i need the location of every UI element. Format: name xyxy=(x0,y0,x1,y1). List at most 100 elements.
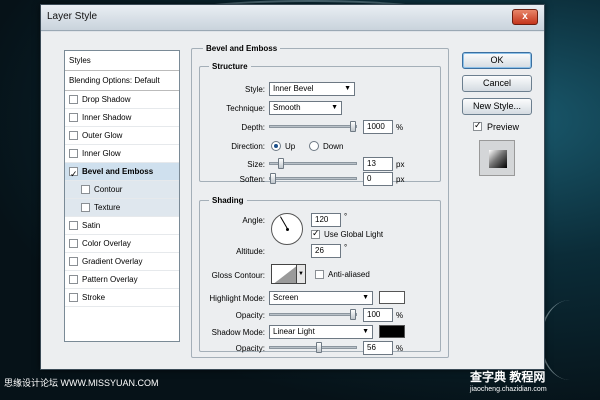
highlight-mode-label: Highlight Mode: xyxy=(209,294,265,303)
inner-shadow-checkbox[interactable] xyxy=(69,113,78,122)
chevron-down-icon[interactable]: ▼ xyxy=(297,264,306,284)
size-label: Size: xyxy=(247,160,265,169)
style-item-label: Inner Shadow xyxy=(82,112,132,122)
direction-label: Direction: xyxy=(231,142,265,151)
anti-aliased-checkbox[interactable] xyxy=(315,270,324,279)
chevron-down-icon: ▼ xyxy=(362,294,369,301)
texture-checkbox[interactable] xyxy=(81,203,90,212)
style-item-label: Bevel and Emboss xyxy=(82,166,154,176)
size-slider[interactable] xyxy=(269,158,357,169)
style-item-gradient-overlay[interactable]: Gradient Overlay xyxy=(65,253,179,271)
size-field[interactable]: 13 xyxy=(363,157,393,171)
style-item-bevel-and-emboss[interactable]: Bevel and Emboss xyxy=(65,163,179,183)
angle-wheel-icon[interactable] xyxy=(271,213,303,245)
style-item-label: Color Overlay xyxy=(82,238,131,248)
soften-field[interactable]: 0 xyxy=(363,172,393,186)
angle-field[interactable]: 120 xyxy=(311,213,341,227)
inner-glow-checkbox[interactable] xyxy=(69,149,78,158)
styles-header[interactable]: Styles xyxy=(65,51,179,71)
bevel-and-emboss-checkbox[interactable] xyxy=(69,165,78,183)
layer-style-dialog: Layer Style x Styles Blending Options: D… xyxy=(40,4,545,370)
technique-label: Technique: xyxy=(226,104,265,113)
close-button[interactable]: x xyxy=(512,9,538,25)
gloss-contour-label: Gloss Contour: xyxy=(211,271,265,280)
style-label: Style: xyxy=(244,85,265,94)
contour-checkbox[interactable] xyxy=(81,185,90,194)
style-item-contour[interactable]: Contour xyxy=(65,181,179,199)
style-select[interactable]: Inner Bevel ▼ xyxy=(269,82,355,96)
dialog-client: Styles Blending Options: Default Drop Sh… xyxy=(41,32,544,369)
shadow-opacity-slider[interactable] xyxy=(269,342,357,353)
style-item-texture[interactable]: Texture xyxy=(65,199,179,217)
preview-thumbnail xyxy=(479,140,515,176)
ok-button[interactable]: OK xyxy=(462,52,532,69)
chevron-down-icon: ▼ xyxy=(344,85,351,92)
gradient-overlay-checkbox[interactable] xyxy=(69,257,78,266)
blending-options-header[interactable]: Blending Options: Default xyxy=(65,71,179,91)
gloss-contour-picker[interactable] xyxy=(271,264,297,284)
shadow-opacity-unit: % xyxy=(396,344,404,353)
chevron-down-icon: ▼ xyxy=(362,328,369,335)
style-item-color-overlay[interactable]: Color Overlay xyxy=(65,235,179,253)
new-style-button[interactable]: New Style... xyxy=(462,98,532,115)
highlight-color-swatch[interactable] xyxy=(379,291,405,304)
shadow-opacity-handle[interactable] xyxy=(316,342,322,353)
bevel-emboss-panel: Bevel and Emboss Structure Style: Inner … xyxy=(191,42,449,360)
shading-title: Shading xyxy=(209,196,247,205)
soften-slider[interactable] xyxy=(269,173,357,184)
shadow-mode-label: Shadow Mode: xyxy=(211,328,265,337)
shadow-mode-select[interactable]: Linear Light ▼ xyxy=(269,325,373,339)
cancel-button[interactable]: Cancel xyxy=(462,75,532,92)
color-overlay-checkbox[interactable] xyxy=(69,239,78,248)
depth-slider-handle[interactable] xyxy=(350,121,356,132)
highlight-opacity-field[interactable]: 100 xyxy=(363,308,393,322)
background-swirl-2 xyxy=(540,300,600,380)
angle-unit: ° xyxy=(344,212,348,221)
drop-shadow-checkbox[interactable] xyxy=(69,95,78,104)
style-item-stroke[interactable]: Stroke xyxy=(65,289,179,307)
soften-slider-handle[interactable] xyxy=(270,173,276,184)
depth-slider[interactable] xyxy=(269,121,357,132)
direction-up-radio[interactable] xyxy=(271,141,281,151)
style-item-drop-shadow[interactable]: Drop Shadow xyxy=(65,91,179,109)
shadow-mode-value: Linear Light xyxy=(273,327,315,336)
style-item-label: Inner Glow xyxy=(82,148,121,158)
direction-down-label: Down xyxy=(323,142,344,151)
watermark-left: 思缘设计论坛 WWW.MISSYUAN.COM xyxy=(4,378,159,388)
altitude-unit: ° xyxy=(344,243,348,252)
style-item-inner-shadow[interactable]: Inner Shadow xyxy=(65,109,179,127)
outer-glow-checkbox[interactable] xyxy=(69,131,78,140)
technique-select[interactable]: Smooth ▼ xyxy=(269,101,342,115)
highlight-opacity-label: Opacity: xyxy=(235,311,265,320)
chevron-down-icon: ▼ xyxy=(331,104,338,111)
style-item-label: Texture xyxy=(94,202,121,212)
style-item-satin[interactable]: Satin xyxy=(65,217,179,235)
depth-field[interactable]: 1000 xyxy=(363,120,393,134)
pattern-overlay-checkbox[interactable] xyxy=(69,275,78,284)
highlight-opacity-handle[interactable] xyxy=(350,309,356,320)
style-item-label: Outer Glow xyxy=(82,130,123,140)
shadow-opacity-label: Opacity: xyxy=(235,344,265,353)
altitude-label: Altitude: xyxy=(236,247,265,256)
shadow-color-swatch[interactable] xyxy=(379,325,405,338)
style-item-inner-glow[interactable]: Inner Glow xyxy=(65,145,179,163)
style-item-label: Satin xyxy=(82,220,101,230)
style-item-label: Pattern Overlay xyxy=(82,274,138,284)
style-item-label: Gradient Overlay xyxy=(82,256,143,266)
highlight-mode-select[interactable]: Screen ▼ xyxy=(269,291,373,305)
shadow-opacity-field[interactable]: 56 xyxy=(363,341,393,355)
altitude-field[interactable]: 26 xyxy=(311,244,341,258)
style-item-outer-glow[interactable]: Outer Glow xyxy=(65,127,179,145)
soften-label: Soften: xyxy=(239,175,265,184)
style-select-value: Inner Bevel xyxy=(273,84,314,93)
stroke-checkbox[interactable] xyxy=(69,293,78,302)
size-slider-handle[interactable] xyxy=(278,158,284,169)
global-light-label: Use Global Light xyxy=(324,230,384,239)
satin-checkbox[interactable] xyxy=(69,221,78,230)
global-light-checkbox[interactable] xyxy=(311,228,320,239)
preview-checkbox[interactable] xyxy=(473,120,482,131)
highlight-opacity-slider[interactable] xyxy=(269,309,357,320)
highlight-opacity-unit: % xyxy=(396,311,404,320)
style-item-pattern-overlay[interactable]: Pattern Overlay xyxy=(65,271,179,289)
direction-down-radio[interactable] xyxy=(309,141,319,151)
